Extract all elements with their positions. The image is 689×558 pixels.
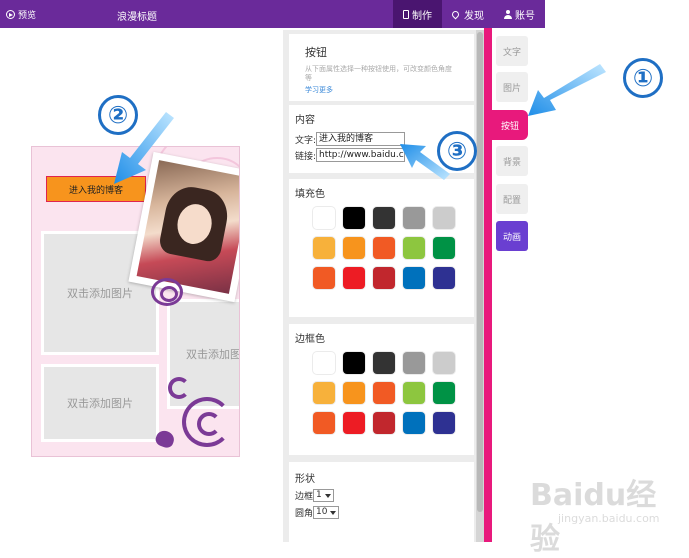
color-swatch[interactable] <box>313 237 335 259</box>
top-nav: 制作 发现 账号 <box>393 0 545 28</box>
nav-account[interactable]: 账号 <box>494 0 545 28</box>
color-swatch[interactable] <box>403 267 425 289</box>
color-swatch[interactable] <box>373 412 395 434</box>
color-swatch[interactable] <box>433 352 455 374</box>
border-color-section: 边框色 <box>289 324 474 455</box>
page-title[interactable]: 浪漫标题 <box>117 8 157 23</box>
color-swatch[interactable] <box>373 352 395 374</box>
color-swatch[interactable] <box>373 207 395 229</box>
nav-account-label: 账号 <box>515 10 535 22</box>
color-swatch[interactable] <box>343 207 365 229</box>
color-swatch[interactable] <box>433 237 455 259</box>
content-title: 内容 <box>295 115 315 126</box>
color-swatch[interactable] <box>313 352 335 374</box>
text-label: 文字: <box>295 135 317 146</box>
color-swatch[interactable] <box>313 382 335 404</box>
page-icon <box>403 9 409 19</box>
color-swatch[interactable] <box>343 267 365 289</box>
border-width-select[interactable]: 1 <box>313 489 334 502</box>
fill-color-palette <box>313 207 455 289</box>
border-width-label: 边框 <box>295 492 314 502</box>
color-swatch[interactable] <box>343 237 365 259</box>
watermark-url: jingyan.baidu.com <box>558 512 660 525</box>
preview-label: 预览 <box>18 11 37 21</box>
radius-row: 圆角 10 <box>295 506 468 519</box>
spiral-decoration-icon <box>151 278 183 306</box>
color-swatch[interactable] <box>343 412 365 434</box>
user-icon <box>504 9 512 19</box>
fill-color-section: 填充色 <box>289 179 474 317</box>
radius-value: 10 <box>316 507 328 517</box>
tool-background[interactable]: 背景 <box>496 146 528 176</box>
color-swatch[interactable] <box>433 267 455 289</box>
learn-more-link[interactable]: 学习更多 <box>305 85 458 95</box>
photo-slot[interactable]: 双击添加图片 <box>41 364 159 442</box>
fill-color-title: 填充色 <box>295 189 325 200</box>
callout-number-1: ① <box>623 58 663 98</box>
tool-config[interactable]: 配置 <box>496 184 528 214</box>
component-title: 按钮 <box>305 46 327 59</box>
callout-arrow-icon <box>114 112 174 184</box>
color-swatch[interactable] <box>433 412 455 434</box>
tool-animation[interactable]: 动画 <box>496 221 528 251</box>
border-width-value: 1 <box>316 490 322 500</box>
color-swatch[interactable] <box>403 352 425 374</box>
border-width-row: 边框 1 <box>295 489 468 502</box>
color-swatch[interactable] <box>403 237 425 259</box>
play-circle-icon <box>6 10 15 19</box>
callout-arrow-icon <box>528 64 606 116</box>
border-color-palette <box>313 352 455 434</box>
button-text-input[interactable]: 进入我的博客 <box>316 132 406 146</box>
color-swatch[interactable] <box>313 207 335 229</box>
color-swatch[interactable] <box>433 382 455 404</box>
link-input[interactable]: http://www.baidu.com <box>316 148 406 162</box>
color-swatch[interactable] <box>313 267 335 289</box>
color-swatch[interactable] <box>343 382 365 404</box>
radius-select[interactable]: 10 <box>313 506 340 519</box>
properties-panel: 按钮 从下面属性选择一种按钮使用，可改变颜色角度等 学习更多 内容 文字: 进入… <box>283 30 484 542</box>
chevron-down-icon <box>324 493 331 498</box>
color-swatch[interactable] <box>343 352 365 374</box>
tool-strip-accent <box>484 28 492 542</box>
link-label: 链接: <box>295 151 317 162</box>
shape-section: 形状 边框 1 圆角 10 <box>289 462 474 542</box>
radius-label: 圆角 <box>295 509 314 519</box>
color-swatch[interactable] <box>373 267 395 289</box>
top-bar: 预览 浪漫标题 制作 发现 账号 <box>0 0 545 28</box>
nav-discover-label: 发现 <box>464 10 484 22</box>
color-swatch[interactable] <box>313 412 335 434</box>
color-swatch[interactable] <box>403 412 425 434</box>
preview-button[interactable]: 预览 <box>6 8 36 21</box>
color-swatch[interactable] <box>403 207 425 229</box>
color-swatch[interactable] <box>373 382 395 404</box>
nav-make[interactable]: 制作 <box>393 0 442 28</box>
component-header: 按钮 从下面属性选择一种按钮使用，可改变颜色角度等 学习更多 <box>289 34 474 101</box>
panel-scrollbar[interactable] <box>476 30 484 542</box>
nav-discover[interactable]: 发现 <box>442 0 494 28</box>
floral-decoration <box>168 377 239 456</box>
border-color-title: 边框色 <box>295 334 325 345</box>
nav-make-label: 制作 <box>412 10 432 22</box>
callout-arrow-icon <box>400 144 450 180</box>
location-pin-icon <box>450 9 461 19</box>
shape-title: 形状 <box>295 474 315 485</box>
color-swatch[interactable] <box>403 382 425 404</box>
color-swatch[interactable] <box>373 237 395 259</box>
chevron-down-icon <box>330 510 337 515</box>
scrollbar-thumb[interactable] <box>477 32 483 512</box>
color-swatch[interactable] <box>433 207 455 229</box>
watermark-logo: Baidu经验 jingyan.baidu.com <box>530 470 680 557</box>
page-canvas[interactable]: 进入我的博客 双击添加图片 双击添加图 双击添加图片 <box>31 146 240 457</box>
component-description: 从下面属性选择一种按钮使用，可改变颜色角度等 <box>305 65 452 82</box>
